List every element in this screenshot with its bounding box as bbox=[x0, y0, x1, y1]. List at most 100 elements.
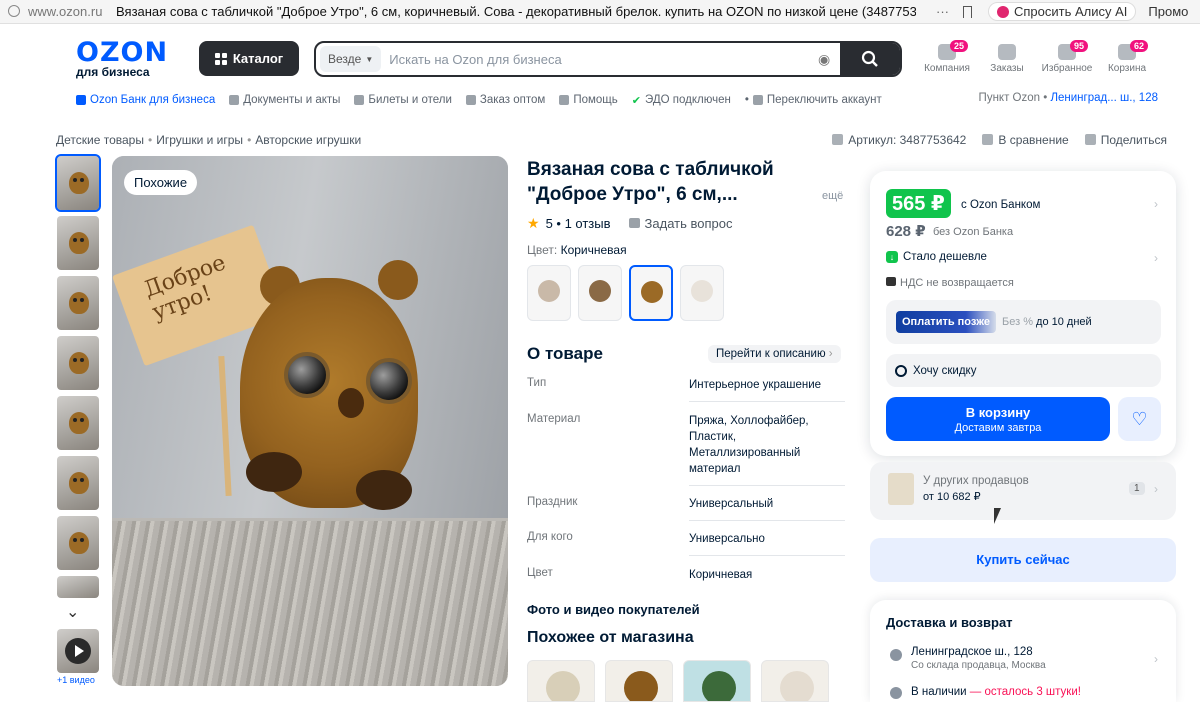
breadcrumb-item[interactable]: Детские товары bbox=[56, 133, 144, 147]
similar-product-card[interactable] bbox=[761, 660, 829, 702]
plane-icon bbox=[354, 95, 365, 105]
similar-button[interactable]: Похожие bbox=[124, 170, 198, 195]
variant-option[interactable] bbox=[527, 265, 571, 321]
gallery-thumb[interactable] bbox=[57, 456, 99, 510]
variant-option-selected[interactable] bbox=[629, 265, 673, 321]
search-button[interactable] bbox=[840, 43, 900, 75]
search-scope-select[interactable]: Везде ▼ bbox=[320, 46, 382, 72]
subnav-wholesale[interactable]: Заказ оптом bbox=[465, 94, 545, 106]
pickup-point[interactable]: Пункт Ozon • Ленинград... ш., 128 bbox=[979, 92, 1158, 104]
price-regular-label: без Ozon Банка bbox=[933, 226, 1014, 238]
check-icon: ✔ bbox=[631, 94, 641, 107]
search-scope-label: Везде bbox=[328, 52, 362, 66]
favorites-badge: 95 bbox=[1070, 40, 1089, 52]
orders-label: Заказы bbox=[990, 63, 1024, 74]
price-drop-badge[interactable]: ↓ Стало дешевле bbox=[886, 251, 987, 263]
product-image[interactable]: Доброе утро! bbox=[112, 156, 508, 686]
chevron-right-icon[interactable]: › bbox=[1154, 197, 1158, 211]
gallery-thumb[interactable] bbox=[57, 516, 99, 570]
price-with-bank-label: с Ozon Банком bbox=[961, 199, 1041, 211]
company-icon: 25 bbox=[938, 40, 969, 60]
subnav-documents[interactable]: Документы и акты bbox=[229, 94, 340, 106]
video-thumb[interactable] bbox=[57, 629, 99, 673]
price-with-bank: 565 ₽ bbox=[886, 189, 951, 218]
dot-icon: • bbox=[744, 94, 749, 106]
catalog-label: Каталог bbox=[232, 51, 284, 66]
more-icon[interactable]: ··· bbox=[936, 4, 949, 19]
browser-url[interactable]: www.ozon.ru bbox=[28, 4, 110, 19]
chevron-right-icon[interactable]: › bbox=[1154, 251, 1158, 265]
chevron-right-icon[interactable]: › bbox=[1154, 652, 1158, 666]
about-title: О товаре bbox=[527, 344, 603, 363]
pay-later-block[interactable]: Оплатить позже Без % до 10 дней bbox=[886, 300, 1161, 344]
chevron-down-icon[interactable]: ⌄ bbox=[66, 602, 79, 622]
delivery-address[interactable]: Ленинградское ш., 128 bbox=[911, 646, 1033, 658]
color-label: Цвет: Коричневая bbox=[527, 243, 627, 257]
similar-products bbox=[527, 660, 829, 702]
rating-text[interactable]: 5 • 1 отзыв bbox=[546, 216, 611, 231]
info-icon[interactable] bbox=[8, 5, 20, 17]
compare-button[interactable]: В сравнение bbox=[982, 133, 1069, 147]
subnav-edo[interactable]: ✔ ЭДО подключен bbox=[632, 94, 731, 107]
gallery-thumb[interactable] bbox=[57, 336, 99, 390]
gallery-thumb[interactable] bbox=[57, 396, 99, 450]
variant-option[interactable] bbox=[680, 265, 724, 321]
pay-later-button[interactable]: Оплатить позже bbox=[896, 311, 996, 333]
company-button[interactable]: 25 Компания bbox=[919, 40, 975, 74]
alice-button[interactable]: Спросить Алису AI bbox=[988, 2, 1137, 21]
favorites-button[interactable]: 95 Избранное bbox=[1039, 40, 1095, 74]
breadcrumb-item[interactable]: Авторские игрушки bbox=[255, 133, 361, 147]
grid-icon bbox=[214, 52, 227, 65]
mouse-cursor bbox=[994, 508, 1001, 524]
gallery-thumb[interactable] bbox=[57, 276, 99, 330]
favorite-button[interactable]: ♡ bbox=[1118, 397, 1161, 441]
other-sellers-count: 1 bbox=[1129, 482, 1145, 495]
sub-navigation: Ozon Банк для бизнеса Документы и акты Б… bbox=[76, 92, 882, 108]
camera-icon[interactable]: ◉ bbox=[818, 51, 840, 68]
product-actions: Артикул: 3487753642 В сравнение Поделить… bbox=[832, 133, 1167, 147]
search-bar: Везде ▼ Искать на Ozon для бизнеса ◉ bbox=[314, 41, 902, 77]
gallery-thumb[interactable] bbox=[57, 576, 99, 598]
similar-product-card[interactable] bbox=[683, 660, 751, 702]
ask-question-button[interactable]: Задать вопрос bbox=[628, 216, 732, 231]
subnav-bank[interactable]: Ozon Банк для бизнеса bbox=[76, 94, 215, 106]
gallery-thumb[interactable] bbox=[57, 216, 99, 270]
want-discount-button[interactable]: Хочу скидку bbox=[886, 354, 1161, 387]
similar-product-card[interactable] bbox=[605, 660, 673, 702]
gallery-thumb[interactable] bbox=[55, 154, 101, 212]
similar-product-card[interactable] bbox=[527, 660, 595, 702]
chevron-down-icon: ▼ bbox=[365, 54, 374, 64]
arrow-down-icon: ↓ bbox=[886, 251, 898, 263]
buy-now-button[interactable]: Купить сейчас bbox=[870, 538, 1176, 582]
compare-icon bbox=[982, 134, 994, 145]
color-variants bbox=[527, 265, 724, 321]
subnav-help[interactable]: Помощь bbox=[559, 94, 618, 106]
orders-icon bbox=[998, 44, 1016, 60]
company-label: Компания bbox=[924, 63, 970, 74]
catalog-button[interactable]: Каталог bbox=[199, 41, 299, 76]
heart-icon: 95 bbox=[1058, 40, 1089, 60]
bookmark-icon[interactable] bbox=[963, 5, 972, 18]
other-sellers-title: У других продавцов bbox=[923, 475, 1029, 487]
cart-button[interactable]: 62 Корзина bbox=[1099, 40, 1155, 74]
chat-icon bbox=[628, 218, 640, 228]
cart-badge: 62 bbox=[1130, 40, 1149, 52]
subnav-switch-account[interactable]: • Переключить аккаунт bbox=[745, 94, 882, 106]
ozon-logo[interactable]: OZON для бизнеса bbox=[76, 39, 168, 79]
search-input[interactable]: Искать на Ozon для бизнеса bbox=[389, 52, 818, 67]
to-description-button[interactable]: Перейти к описанию › bbox=[708, 345, 841, 363]
subnav-tickets[interactable]: Билеты и отели bbox=[354, 94, 452, 106]
promo-tab[interactable]: Промо bbox=[1148, 4, 1188, 19]
breadcrumb-item[interactable]: Игрушки и игры bbox=[156, 133, 243, 147]
cart-icon: 62 bbox=[1118, 40, 1149, 60]
add-to-cart-button[interactable]: В корзину Доставим завтра bbox=[886, 397, 1110, 441]
chevron-right-icon: › bbox=[828, 348, 833, 360]
product-title: Вязаная сова с табличкой "Доброе Утро", … bbox=[527, 159, 774, 205]
variant-option[interactable] bbox=[578, 265, 622, 321]
orders-button[interactable]: Заказы bbox=[979, 44, 1035, 74]
article-copy[interactable]: Артикул: 3487753642 bbox=[832, 133, 966, 147]
other-sellers[interactable]: У других продавцов от 10 682 ₽ 1 › bbox=[870, 462, 1176, 520]
more-link[interactable]: ещё bbox=[822, 190, 843, 202]
share-button[interactable]: Поделиться bbox=[1084, 133, 1167, 147]
vat-icon bbox=[886, 277, 896, 286]
